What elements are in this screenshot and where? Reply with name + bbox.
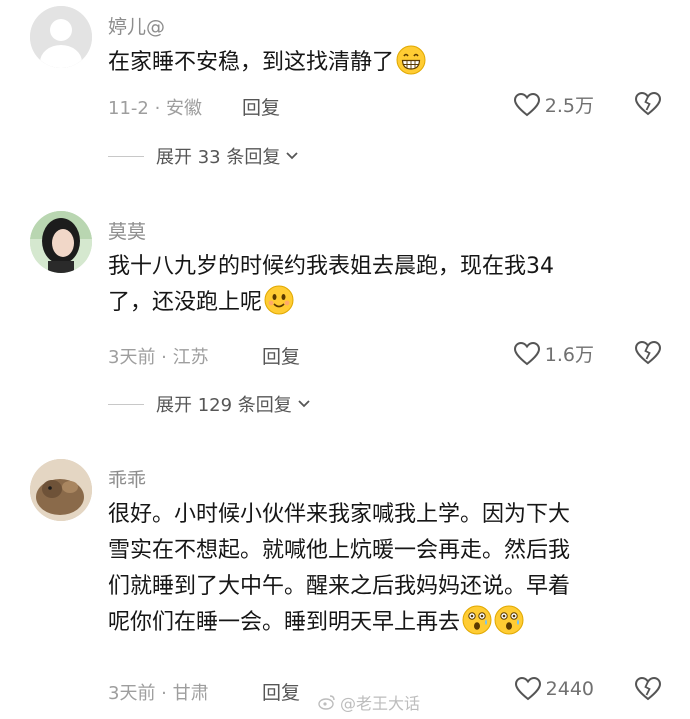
comment-item: 婷儿@ 在家睡不安稳，到这找清静了 11-2 · 安徽 回复 2.5万 展开 3… [0, 0, 690, 180]
divider-line [108, 155, 144, 157]
avatar[interactable] [30, 211, 92, 273]
comment-text-line: 在家睡不安稳，到这找清静了 [108, 50, 395, 75]
chevron-down-icon [286, 152, 298, 160]
comment-meta: 3天前 · 甘肃 [108, 683, 209, 704]
comment-text-line: 呢你们在睡一会。睡到明天早上再去 [108, 610, 461, 635]
user-photo-avatar [30, 211, 92, 273]
comment-text: 我十八九岁的时候约我表姐去晨跑，现在我34 了，还没跑上呢 [108, 249, 668, 327]
dislike-button[interactable] [634, 340, 662, 370]
astonished-emoji [494, 605, 524, 647]
dislike-button[interactable] [634, 91, 662, 121]
username[interactable]: 婷儿@ [108, 12, 165, 39]
reply-button[interactable]: 回复 [242, 93, 280, 120]
expand-replies[interactable]: 展开 129 条回复 [108, 391, 312, 417]
heart-icon [514, 676, 541, 701]
weibo-icon [318, 695, 335, 710]
like-count: 1.6万 [544, 344, 594, 366]
comment-text-line: 我十八九岁的时候约我表姐去晨跑，现在我34 [108, 254, 554, 279]
like-count: 2440 [545, 678, 594, 700]
expand-replies-label: 展开 33 条回复 [156, 147, 281, 168]
comment-text-line: 了，还没跑上呢 [108, 290, 263, 315]
comment-item: 乖乖 很好。小时候小伙伴来我家喊我上学。因为下大 雪实在不想起。就喊他上炕暖一会… [0, 455, 690, 719]
broken-heart-icon [634, 91, 662, 116]
like-button[interactable]: 2.5万 [513, 91, 594, 118]
like-button[interactable]: 1.6万 [513, 340, 594, 367]
comment-meta: 3天前 · 江苏 [108, 347, 209, 368]
comment-meta: 11-2 · 安徽 [108, 98, 203, 119]
reply-button[interactable]: 回复 [262, 342, 300, 369]
expand-replies[interactable]: 展开 33 条回复 [108, 143, 300, 169]
expand-replies-label: 展开 129 条回复 [156, 395, 292, 416]
default-avatar-icon [30, 6, 92, 68]
astonished-emoji [462, 605, 492, 647]
comment-text: 很好。小时候小伙伴来我家喊我上学。因为下大 雪实在不想起。就喊他上炕暖一会再走。… [108, 497, 668, 647]
user-photo-avatar [30, 459, 92, 521]
comment-text-line: 雪实在不想起。就喊他上炕暖一会再走。然后我 [108, 538, 571, 563]
heart-icon [513, 92, 540, 116]
heart-icon [513, 341, 540, 365]
username[interactable]: 莫莫 [108, 217, 146, 244]
dislike-button[interactable] [634, 676, 662, 706]
avatar[interactable] [30, 459, 92, 521]
avatar[interactable] [30, 6, 92, 68]
broken-heart-icon [634, 340, 662, 365]
watermark: @老王大话 [318, 690, 420, 714]
watermark-text: @老王大话 [340, 694, 421, 713]
grin-emoji [396, 45, 426, 87]
broken-heart-icon [634, 676, 662, 701]
smile-emoji [264, 285, 294, 327]
comment-text: 在家睡不安稳，到这找清静了 [108, 45, 668, 87]
like-count: 2.5万 [544, 95, 594, 117]
comment-text-line: 很好。小时候小伙伴来我家喊我上学。因为下大 [108, 502, 571, 527]
chevron-down-icon [298, 400, 310, 408]
divider-line [108, 403, 144, 405]
comment-item: 莫莫 我十八九岁的时候约我表姐去晨跑，现在我34 了，还没跑上呢 3天前 · 江… [0, 205, 690, 435]
reply-button[interactable]: 回复 [262, 678, 300, 705]
username[interactable]: 乖乖 [108, 465, 146, 492]
like-button[interactable]: 2440 [514, 676, 594, 702]
comment-text-line: 们就睡到了大中午。醒来之后我妈妈还说。早着 [108, 574, 571, 599]
